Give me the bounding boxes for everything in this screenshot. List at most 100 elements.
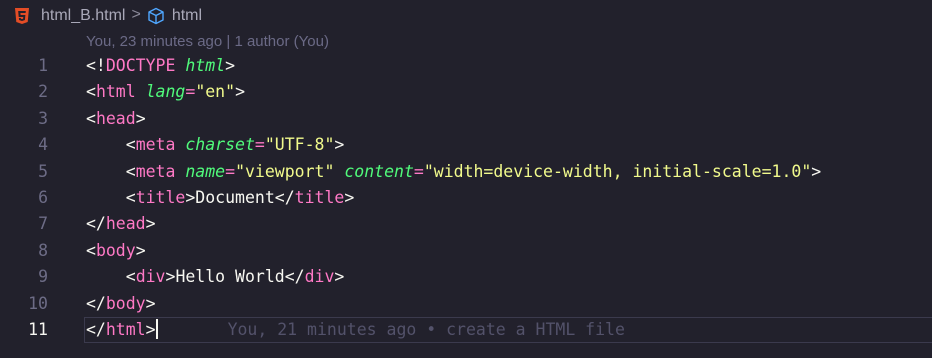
code-token: < — [86, 108, 96, 128]
code-token: body — [105, 293, 146, 313]
cube-icon — [148, 7, 164, 25]
code-line[interactable]: 2 <html lang="en"> — [0, 79, 932, 105]
line-number[interactable]: 6 — [0, 185, 48, 211]
code-line[interactable]: 6 <title>Document</title> — [0, 185, 932, 211]
code-token: html — [105, 319, 146, 339]
code-token: > — [165, 267, 176, 287]
code-token: "viewport" — [235, 161, 335, 181]
code-token: </ — [284, 267, 305, 287]
line-code[interactable]: <body> — [86, 238, 146, 264]
line-number[interactable]: 1 — [0, 53, 48, 79]
line-code[interactable]: </html> You, 21 minutes ago • create a HT… — [86, 317, 625, 343]
line-number[interactable]: 7 — [0, 211, 48, 237]
line-code[interactable]: </head> — [86, 211, 156, 237]
line-number[interactable]: 2 — [0, 79, 48, 105]
code-token: < — [86, 240, 96, 260]
line-code[interactable]: <head> — [86, 106, 146, 132]
code-token: > — [135, 240, 146, 260]
code-token: > — [334, 135, 345, 155]
code-token: "UTF-8" — [264, 135, 335, 155]
code-token: </ — [86, 214, 106, 234]
code-editor[interactable]: 1 <!DOCTYPE html> 2 <html lang="en"> 3 <head>… — [0, 53, 932, 344]
code-token: lang — [145, 82, 186, 102]
text-cursor — [155, 318, 158, 339]
code-token: > — [145, 319, 156, 339]
code-token: <! — [86, 56, 106, 75]
line-code[interactable]: </body> — [86, 291, 156, 317]
codelens-blame[interactable]: You, 23 minutes ago | 1 author (You) — [86, 33, 329, 53]
line-code[interactable]: <div>Hello World</div> — [86, 264, 345, 290]
code-line[interactable]: 10 </body> — [0, 291, 932, 317]
code-token: meta — [135, 135, 176, 155]
line-number[interactable]: 11 — [0, 317, 48, 343]
line-code[interactable]: <!DOCTYPE html> — [86, 53, 235, 79]
code-token: </ — [274, 187, 295, 207]
code-token: > — [235, 82, 245, 102]
code-line[interactable]: 5 <meta name="viewport" content="width=d… — [0, 159, 932, 185]
code-line[interactable]: 8 <body> — [0, 238, 932, 264]
code-token: < — [125, 161, 136, 181]
code-token: div — [135, 267, 166, 287]
code-token: > — [811, 161, 822, 181]
breadcrumb: html_B.html > html — [0, 0, 932, 32]
code-token: Document — [195, 187, 275, 207]
code-token: = — [225, 161, 236, 181]
code-token: head — [95, 108, 136, 128]
code-token: < — [86, 82, 96, 102]
code-token: > — [145, 214, 156, 234]
line-number[interactable]: 8 — [0, 238, 48, 264]
code-token: = — [413, 161, 424, 181]
line-number[interactable]: 3 — [0, 106, 48, 132]
code-token: </ — [86, 319, 106, 339]
code-token: "width=device-width, initial-scale=1.0" — [423, 161, 812, 181]
code-token: = — [185, 82, 196, 102]
code-token: = — [254, 135, 265, 155]
line-number[interactable]: 10 — [0, 291, 48, 317]
code-token: content — [344, 161, 414, 181]
code-token: > — [185, 187, 196, 207]
code-line[interactable]: 9 <div>Hello World</div> — [0, 264, 932, 290]
line-number[interactable]: 4 — [0, 132, 48, 158]
code-line[interactable]: 1 <!DOCTYPE html> — [0, 53, 932, 79]
chevron-right-icon: > — [131, 6, 141, 23]
line-code[interactable]: <meta name="viewport" content="width=dev… — [86, 159, 821, 185]
line-code[interactable]: <title>Document</title> — [86, 185, 355, 211]
code-token: > — [334, 267, 345, 287]
code-line[interactable]: 3 <head> — [0, 106, 932, 132]
code-token: name — [185, 161, 226, 181]
line-code[interactable]: <html lang="en"> — [86, 79, 245, 105]
code-token: Hello World — [175, 267, 285, 287]
code-token: < — [125, 267, 136, 287]
code-token: > — [344, 187, 355, 207]
breadcrumb-file[interactable]: html_B.html — [41, 7, 125, 25]
code-token: meta — [135, 161, 176, 181]
code-token: body — [95, 240, 136, 260]
code-token: </ — [86, 293, 106, 313]
code-token: html — [185, 56, 226, 75]
code-token: "en" — [195, 82, 236, 102]
code-token: > — [225, 56, 236, 75]
code-line[interactable]: 7 </head> — [0, 211, 932, 237]
code-token: div — [304, 267, 335, 287]
code-line[interactable]: 4 <meta charset="UTF-8"> — [0, 132, 932, 158]
line-number[interactable]: 9 — [0, 264, 48, 290]
breadcrumb-symbol[interactable]: html — [172, 7, 202, 25]
code-token: charset — [185, 135, 255, 155]
code-token: > — [135, 108, 146, 128]
code-line[interactable]: 11 </html> You, 21 minutes ago • create a … — [0, 316, 932, 344]
line-number[interactable]: 5 — [0, 159, 48, 185]
code-token: head — [105, 214, 146, 234]
line-code[interactable]: <meta charset="UTF-8"> — [86, 132, 345, 158]
html5-icon — [15, 8, 29, 24]
code-token: < — [125, 187, 136, 207]
code-token: title — [294, 187, 345, 207]
code-token: < — [125, 135, 136, 155]
